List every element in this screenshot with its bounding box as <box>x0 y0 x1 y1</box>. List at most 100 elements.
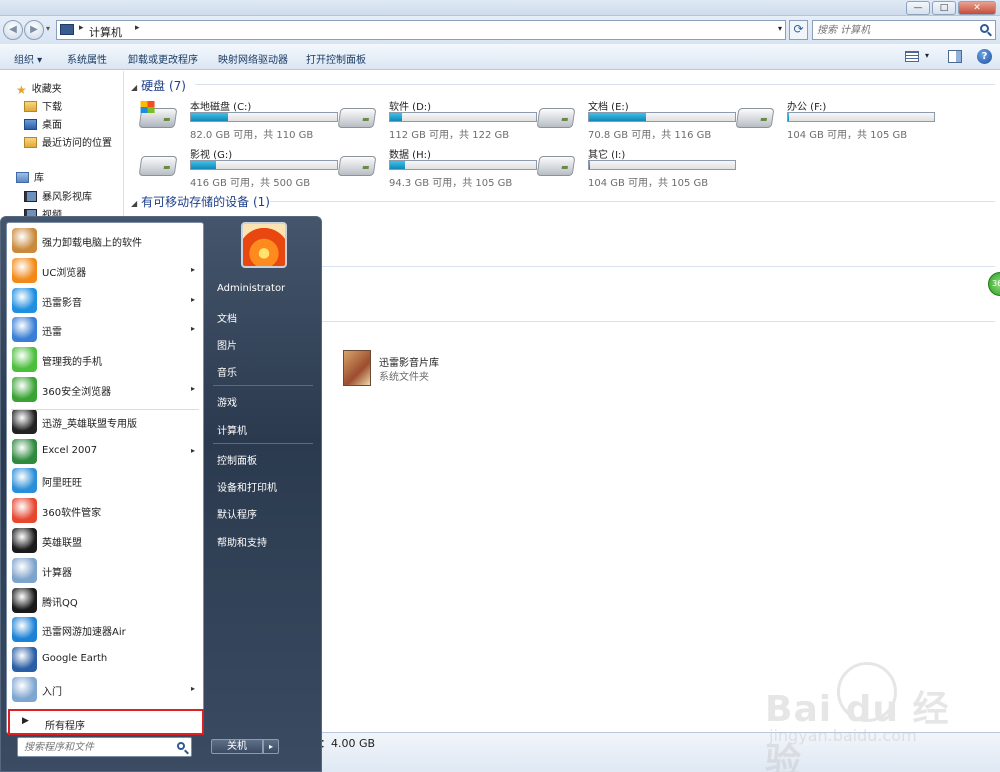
program-label: 迅雷影音 <box>42 297 82 309</box>
program-item[interactable]: UC浏览器 ▸ <box>7 256 203 285</box>
command-toolbar: 组织 ▾ 系统属性 卸载或更改程序 映射网络驱动器 打开控制面板 ▾ ? <box>0 44 1000 70</box>
organize-button[interactable]: 组织 ▾ <box>14 51 42 66</box>
program-item[interactable]: 计算器 <box>7 556 203 585</box>
program-item[interactable]: 360安全浏览器 ▸ <box>7 375 203 404</box>
collapse-icon[interactable]: ◢ <box>131 83 137 92</box>
program-item[interactable]: 迅游_英雄联盟专用版 <box>7 407 203 436</box>
start-link-games[interactable]: 游戏 <box>217 394 237 409</box>
right-separator <box>213 443 313 444</box>
submenu-arrow-icon[interactable]: ▸ <box>191 295 195 304</box>
uninstall-program-button[interactable]: 卸载或更改程序 <box>128 51 198 66</box>
preview-pane-icon[interactable] <box>948 50 962 63</box>
start-link-help[interactable]: 帮助和支持 <box>217 534 267 549</box>
shutdown-button[interactable]: 关机 <box>211 739 263 754</box>
drive-i[interactable]: 其它 (I:) 104 GB 可用，共 105 GB <box>533 146 736 190</box>
program-label: 强力卸载电脑上的软件 <box>42 238 142 249</box>
start-search-box[interactable] <box>17 737 192 757</box>
all-programs-button[interactable]: ▶ 所有程序 <box>8 709 204 735</box>
group-header-hard-disks[interactable]: ◢ 硬盘 (7) <box>131 77 186 94</box>
open-control-panel-button[interactable]: 打开控制面板 <box>306 51 366 66</box>
breadcrumb-separator-icon[interactable]: ▸ <box>79 23 84 33</box>
start-link-devices-printers[interactable]: 设备和打印机 <box>217 479 277 494</box>
drive-d[interactable]: 软件 (D:) 112 GB 可用，共 122 GB <box>334 98 537 142</box>
submenu-arrow-icon[interactable]: ▸ <box>191 384 195 393</box>
nav-recent[interactable]: 最近访问的位置 <box>24 134 112 149</box>
user-avatar[interactable] <box>241 222 287 268</box>
search-box[interactable] <box>812 20 996 40</box>
system-drive-icon <box>138 108 178 128</box>
start-link-computer[interactable]: 计算机 <box>217 422 247 437</box>
start-link-default-programs[interactable]: 默认程序 <box>217 506 257 521</box>
program-item[interactable]: 腾讯QQ <box>7 586 203 615</box>
view-dropdown-icon[interactable]: ▾ <box>925 51 929 60</box>
submenu-arrow-icon[interactable]: ▸ <box>191 684 195 693</box>
start-search-input[interactable] <box>24 741 164 754</box>
program-icon <box>12 377 37 402</box>
forward-button[interactable]: ▶ <box>24 20 44 40</box>
program-item[interactable]: 迅雷影音 ▸ <box>7 286 203 315</box>
minimize-button[interactable]: — <box>906 1 930 15</box>
submenu-arrow-icon[interactable]: ▸ <box>191 324 195 333</box>
refresh-button[interactable]: ⟳ <box>789 20 808 40</box>
help-icon[interactable]: ? <box>977 49 992 64</box>
start-link-user[interactable]: Administrator <box>217 283 285 294</box>
nav-downloads[interactable]: 下载 <box>24 98 62 113</box>
submenu-arrow-icon[interactable]: ▸ <box>191 265 195 274</box>
collapse-icon[interactable]: ◢ <box>131 199 137 208</box>
system-properties-button[interactable]: 系统属性 <box>67 51 107 66</box>
submenu-arrow-icon[interactable]: ▸ <box>191 446 195 455</box>
nav-storm-library[interactable]: 暴风影视库 <box>24 188 92 203</box>
group-divider <box>322 266 995 267</box>
360-floating-icon[interactable]: 36 <box>988 272 1000 296</box>
program-item[interactable]: 入门 ▸ <box>7 675 203 704</box>
program-icon <box>12 647 37 673</box>
breadcrumb-computer[interactable]: 计算机 <box>89 24 122 40</box>
hard-drive-icon <box>337 108 377 128</box>
hard-drive-icon <box>138 156 178 176</box>
program-item[interactable]: 阿里旺旺 <box>7 466 203 495</box>
start-link-documents[interactable]: 文档 <box>217 310 237 325</box>
program-icon <box>12 438 37 464</box>
program-item[interactable]: 强力卸载电脑上的软件 <box>7 226 203 255</box>
program-icon <box>12 617 37 643</box>
address-row: ◀ ▶ ▾ ▸ 计算机 ▸ ▾ ⟳ <box>0 16 1000 44</box>
program-icon <box>12 468 37 494</box>
window-titlebar: — □ ✕ <box>0 0 1000 16</box>
drive-usage-bar <box>787 112 935 122</box>
close-button[interactable]: ✕ <box>958 1 996 15</box>
drive-e[interactable]: 文档 (E:) 70.8 GB 可用，共 116 GB <box>533 98 736 142</box>
hard-drive-icon <box>536 108 576 128</box>
nav-libraries[interactable]: 库 <box>16 169 44 184</box>
group-header-removable[interactable]: ◢ 有可移动存储的设备 (1) <box>131 193 270 210</box>
program-item[interactable]: 360软件管家 <box>7 496 203 525</box>
drive-f[interactable]: 办公 (F:) 104 GB 可用，共 105 GB <box>732 98 935 142</box>
breadcrumb-separator-icon[interactable]: ▸ <box>135 23 140 33</box>
drive-g[interactable]: 影视 (G:) 416 GB 可用，共 500 GB <box>135 146 338 190</box>
program-item[interactable]: 管理我的手机 <box>7 345 203 374</box>
program-item[interactable]: 迅雷网游加速器Air <box>7 615 203 644</box>
program-item[interactable]: 迅雷 ▸ <box>7 315 203 344</box>
recent-pages-dropdown-icon[interactable]: ▾ <box>46 24 50 33</box>
program-item[interactable]: 英雄联盟 <box>7 526 203 555</box>
nav-desktop[interactable]: 桌面 <box>24 116 62 131</box>
back-button[interactable]: ◀ <box>3 20 23 40</box>
nav-favorites[interactable]: ★ 收藏夹 <box>16 80 62 97</box>
program-item[interactable]: Google Earth <box>7 645 203 674</box>
address-dropdown-icon[interactable]: ▾ <box>778 24 782 33</box>
folder-xunlei-library[interactable]: 迅雷影音片库 系统文件夹 <box>343 350 543 390</box>
shutdown-options-icon[interactable]: ▸ <box>263 739 279 754</box>
address-bar[interactable]: ▸ 计算机 ▸ ▾ <box>56 20 786 40</box>
program-item[interactable]: Excel 2007 ▸ <box>7 437 203 466</box>
start-link-control-panel[interactable]: 控制面板 <box>217 452 257 467</box>
start-link-music[interactable]: 音乐 <box>217 364 237 379</box>
search-input[interactable] <box>817 23 967 37</box>
map-network-drive-button[interactable]: 映射网络驱动器 <box>218 51 288 66</box>
drive-h[interactable]: 数据 (H:) 94.3 GB 可用，共 105 GB <box>334 146 537 190</box>
search-icon[interactable] <box>177 742 185 750</box>
start-link-pictures[interactable]: 图片 <box>217 337 237 352</box>
search-icon[interactable] <box>980 24 989 33</box>
program-label: 腾讯QQ <box>42 597 78 609</box>
maximize-button[interactable]: □ <box>932 1 956 15</box>
drive-c[interactable]: 本地磁盘 (C:) 82.0 GB 可用，共 110 GB <box>135 98 338 142</box>
view-options-icon[interactable] <box>905 51 919 62</box>
